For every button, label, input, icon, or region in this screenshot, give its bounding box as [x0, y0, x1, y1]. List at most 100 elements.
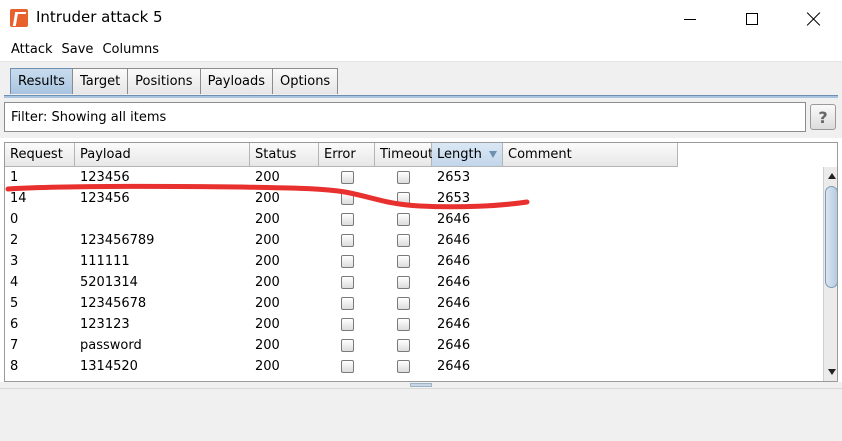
- table-row[interactable]: 0 200 2646: [5, 209, 678, 230]
- minimize-button[interactable]: [662, 0, 718, 38]
- timeout-checkbox: [397, 318, 410, 331]
- timeout-checkbox: [397, 360, 410, 373]
- timeout-checkbox: [397, 339, 410, 352]
- cell-comment: [503, 356, 678, 377]
- table-body: 1 123456 200 2653 14 123456 200 2653 0 200 2646 2 12…: [5, 167, 678, 377]
- table-row[interactable]: 3 111111 200 2646: [5, 251, 678, 272]
- close-icon: [807, 12, 821, 26]
- table-row[interactable]: 2 123456789 200 2646: [5, 230, 678, 251]
- cell-request: 4: [10, 275, 19, 290]
- help-button[interactable]: ?: [810, 104, 836, 130]
- table-row[interactable]: 1 123456 200 2653: [5, 167, 678, 188]
- cell-error: [319, 293, 375, 314]
- column-header-payload[interactable]: Payload: [75, 143, 250, 167]
- cell-length: 2646: [437, 275, 471, 290]
- cell-comment: [503, 335, 678, 356]
- menu-save[interactable]: Save: [62, 42, 94, 57]
- cell-payload: [75, 209, 250, 230]
- cell-timeout: [375, 167, 432, 188]
- error-checkbox: [340, 318, 354, 331]
- tab-options[interactable]: Options: [272, 68, 339, 94]
- cell-timeout: [375, 314, 432, 335]
- cell-error: [319, 167, 375, 188]
- cell-timeout: [375, 188, 432, 209]
- cell-status: 200: [255, 338, 280, 353]
- cell-timeout: [375, 230, 432, 251]
- column-header-error[interactable]: Error: [319, 143, 375, 167]
- tab-target[interactable]: Target: [71, 68, 129, 94]
- cell-timeout: [375, 272, 432, 293]
- error-checkbox: [340, 339, 354, 352]
- tab-payloads[interactable]: Payloads: [199, 68, 274, 94]
- cell-error: [319, 272, 375, 293]
- cell-length: 2646: [437, 296, 471, 311]
- cell-error: [319, 335, 375, 356]
- error-checkbox: [340, 213, 354, 226]
- filter-bar[interactable]: Filter: Showing all items: [4, 102, 806, 132]
- cell-status: 200: [255, 254, 280, 269]
- bottom-pane: [0, 388, 842, 441]
- cell-status: 200: [255, 359, 280, 374]
- timeout-checkbox: [397, 276, 410, 289]
- cell-comment: [503, 251, 678, 272]
- cell-length: 2646: [437, 338, 471, 353]
- cell-status: 200: [255, 170, 280, 185]
- table-row[interactable]: 8 1314520 200 2646: [5, 356, 678, 377]
- cell-payload: 5201314: [80, 275, 138, 290]
- tab-results[interactable]: Results: [10, 68, 73, 94]
- minimize-icon: [684, 18, 696, 20]
- cell-request: 2: [10, 233, 19, 248]
- maximize-button[interactable]: [724, 0, 780, 38]
- menu-attack[interactable]: Attack: [11, 42, 53, 57]
- scroll-down-button[interactable]: [825, 365, 837, 379]
- error-checkbox: [340, 171, 354, 184]
- cell-comment: [503, 230, 678, 251]
- splitter-grip[interactable]: [410, 383, 432, 387]
- cell-comment: [503, 209, 678, 230]
- cell-length: 2653: [437, 170, 471, 185]
- cell-error: [319, 209, 375, 230]
- table-row[interactable]: 4 5201314 200 2646: [5, 272, 678, 293]
- column-header-timeout[interactable]: Timeout: [375, 143, 433, 167]
- cell-status: 200: [255, 191, 280, 206]
- vertical-scrollbar[interactable]: [823, 167, 837, 381]
- cell-status: 200: [255, 275, 280, 290]
- close-button[interactable]: [786, 0, 842, 38]
- table-row[interactable]: 14 123456 200 2653: [5, 188, 678, 209]
- cell-request: 6: [10, 317, 19, 332]
- scrollbar-thumb[interactable]: [825, 186, 837, 288]
- timeout-checkbox: [397, 171, 410, 184]
- scroll-down-icon: [827, 369, 836, 375]
- timeout-checkbox: [397, 192, 410, 205]
- burp-logo-icon: [10, 9, 28, 27]
- cell-error: [319, 356, 375, 377]
- cell-comment: [503, 188, 678, 209]
- cell-request: 7: [10, 338, 19, 353]
- scroll-up-button[interactable]: [825, 169, 837, 183]
- cell-payload: 123456: [80, 170, 130, 185]
- column-header-status[interactable]: Status: [250, 143, 319, 167]
- table-row[interactable]: 7 password 200 2646: [5, 335, 678, 356]
- timeout-checkbox: [397, 234, 410, 247]
- cell-status: 200: [255, 212, 280, 227]
- cell-request: 1: [10, 170, 19, 185]
- column-header-comment[interactable]: Comment: [503, 143, 678, 167]
- column-header-request[interactable]: Request: [5, 143, 75, 167]
- error-checkbox: [340, 255, 354, 268]
- tab-positions[interactable]: Positions: [127, 68, 201, 94]
- cell-comment: [503, 314, 678, 335]
- title-bar: Intruder attack 5: [0, 0, 842, 38]
- table-row[interactable]: 6 123123 200 2646: [5, 314, 678, 335]
- cell-length: 2646: [437, 317, 471, 332]
- cell-timeout: [375, 209, 432, 230]
- cell-timeout: [375, 335, 432, 356]
- cell-status: 200: [255, 296, 280, 311]
- error-checkbox: [340, 234, 354, 247]
- cell-timeout: [375, 293, 432, 314]
- cell-error: [319, 188, 375, 209]
- scroll-up-icon: [827, 173, 836, 179]
- table-row[interactable]: 5 12345678 200 2646: [5, 293, 678, 314]
- cell-request: 14: [10, 191, 27, 206]
- column-header-length[interactable]: Length: [432, 143, 503, 167]
- menu-columns[interactable]: Columns: [102, 42, 159, 57]
